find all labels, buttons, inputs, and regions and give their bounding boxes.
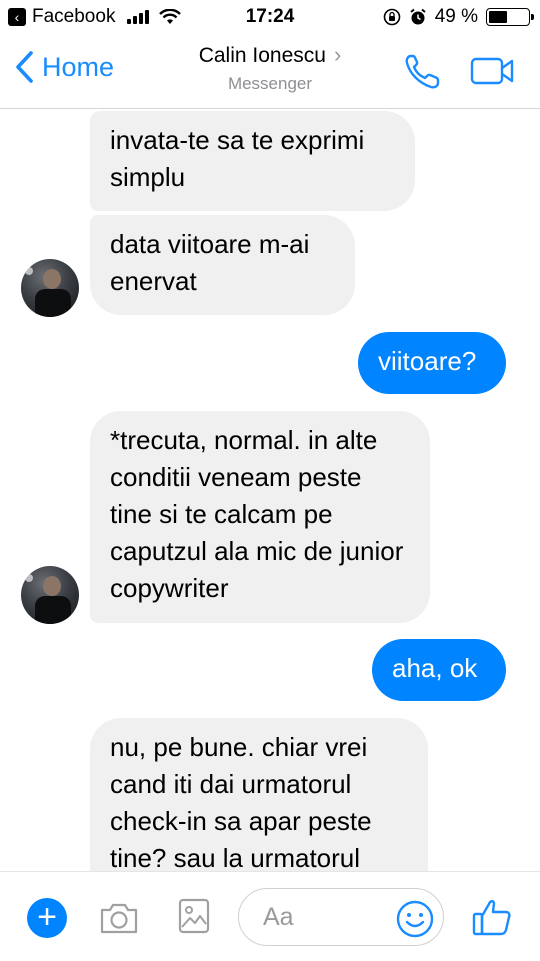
conversation-header: Home Calin Ionescu › Messenger [0,36,540,109]
contact-info[interactable]: Calin Ionescu › Messenger [0,42,540,94]
plus-button[interactable]: + [27,898,67,938]
avatar-light [25,267,33,275]
message-incoming[interactable]: invata-te sa te exprimi simplu [90,111,415,211]
contact-subtitle: Messenger [227,74,313,93]
avatar-light [25,574,33,582]
avatar-head [43,576,61,596]
back-to-app-label[interactable]: Facebook [32,6,115,28]
status-bar-left: ‹ Facebook [8,6,182,28]
phone-icon[interactable] [402,52,444,92]
contact-avatar[interactable] [21,566,79,624]
plus-icon: + [37,898,57,936]
contact-avatar[interactable] [21,259,79,317]
signal-bars-icon [127,10,150,24]
status-bar: ‹ Facebook 17:24 49 % [0,0,540,36]
back-to-app-icon[interactable]: ‹ [8,8,26,26]
smiley-icon[interactable] [396,900,434,938]
message-incoming[interactable]: nu, pe bune. chiar vrei cand iti dai urm… [90,718,428,871]
camera-icon[interactable] [98,900,140,936]
composer-bar: + [0,871,540,961]
wifi-icon [159,9,182,24]
battery-icon [486,8,534,26]
battery-nub [531,14,534,20]
status-bar-right: 49 % [383,6,534,28]
alarm-icon [410,8,426,25]
message-incoming[interactable]: data viitoare m-ai enervat [90,215,355,315]
avatar-body [35,596,71,624]
message-outgoing[interactable]: aha, ok [372,639,506,701]
orientation-lock-icon [383,8,400,26]
thumbs-up-icon[interactable] [470,896,514,938]
photo-icon[interactable] [178,898,210,934]
avatar-body [35,289,71,317]
message-outgoing[interactable]: viitoare? [358,332,506,394]
message-incoming[interactable]: *trecuta, normal. in alte conditii venea… [90,411,430,623]
video-camera-icon[interactable] [470,56,516,86]
message-list[interactable]: invata-te sa te exprimi simplu data viit… [0,109,540,871]
battery-fill [489,11,507,23]
battery-percent: 49 % [434,6,478,27]
avatar-head [43,269,61,289]
contact-name-row[interactable]: Calin Ionescu › [0,42,540,68]
contact-name[interactable]: Calin Ionescu [199,44,326,67]
chevron-right-icon: › [333,42,342,67]
